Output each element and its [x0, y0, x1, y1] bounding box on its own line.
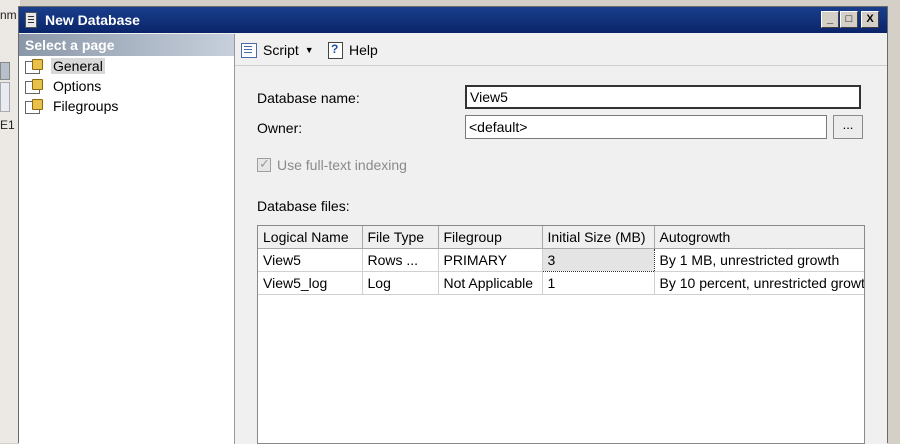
script-button[interactable]: Script ▼ — [241, 39, 314, 61]
grid-header-row: Logical Name File Type Filegroup Initial… — [258, 226, 864, 249]
cell-filegroup[interactable]: Not Applicable — [438, 271, 543, 295]
fulltext-indexing-checkbox[interactable] — [257, 156, 271, 172]
page-icon — [25, 99, 43, 114]
background-text-top: nm — [0, 8, 17, 22]
page-item-label: General — [51, 58, 105, 74]
background-panel-edge — [0, 82, 10, 112]
page-item-options[interactable]: Options — [19, 76, 234, 96]
database-name-label: Database name: — [257, 90, 360, 106]
page-item-filegroups[interactable]: Filegroups — [19, 96, 234, 116]
owner-browse-button[interactable]: ... — [833, 115, 863, 139]
page-item-general[interactable]: General — [19, 56, 234, 76]
select-page-header: Select a page — [19, 34, 234, 56]
page-item-label: Filegroups — [53, 98, 119, 114]
maximize-button[interactable]: □ — [840, 11, 858, 28]
cell-file-type[interactable]: Log — [362, 271, 439, 295]
owner-input[interactable] — [465, 115, 827, 139]
page-item-label: Options — [53, 78, 102, 94]
column-header-logical-name[interactable]: Logical Name — [258, 226, 363, 249]
cell-logical-name[interactable]: View5_log — [258, 271, 363, 295]
background-collapse-tab — [0, 62, 10, 80]
database-files-label: Database files: — [257, 198, 350, 214]
cell-file-type[interactable]: Rows ... — [362, 248, 439, 272]
table-row[interactable]: View5_log Log Not Applicable 1 By 10 per… — [258, 271, 864, 295]
database-name-input[interactable] — [465, 85, 861, 109]
background-app-edge: nm E1 — [0, 0, 20, 443]
window-title: New Database — [45, 12, 140, 28]
new-database-dialog: New Database _ □ X Select a page General… — [18, 6, 888, 444]
database-files-grid: Logical Name File Type Filegroup Initial… — [257, 225, 865, 444]
cell-logical-name[interactable]: View5 — [258, 248, 363, 272]
help-button[interactable]: Help — [327, 39, 378, 61]
column-header-initial-size[interactable]: Initial Size (MB) — [542, 226, 655, 249]
script-icon — [241, 42, 259, 58]
general-page-content: Database name: Owner: ... Use full-text … — [235, 67, 887, 444]
column-header-autogrowth[interactable]: Autogrowth — [654, 226, 864, 249]
fulltext-indexing-label: Use full-text indexing — [277, 157, 407, 173]
column-header-file-type[interactable]: File Type — [362, 226, 439, 249]
owner-label: Owner: — [257, 120, 303, 136]
page-icon — [25, 79, 43, 94]
cell-autogrowth[interactable]: By 1 MB, unrestricted growth — [654, 248, 864, 272]
help-label: Help — [349, 42, 378, 58]
column-header-filegroup[interactable]: Filegroup — [438, 226, 543, 249]
cell-filegroup[interactable]: PRIMARY — [438, 248, 543, 272]
background-text-mid: E1 — [0, 118, 15, 132]
toolbar: Script ▼ Help — [235, 34, 887, 66]
minimize-button[interactable]: _ — [821, 11, 839, 28]
chevron-down-icon[interactable]: ▼ — [305, 45, 314, 55]
help-icon — [327, 41, 345, 59]
cell-initial-size[interactable]: 1 — [542, 271, 655, 295]
title-bar[interactable]: New Database _ □ X — [19, 7, 887, 33]
script-label: Script — [263, 42, 299, 58]
cell-autogrowth[interactable]: By 10 percent, unrestricted growth — [654, 271, 864, 295]
table-row[interactable]: View5 Rows ... PRIMARY 3 By 1 MB, unrest… — [258, 247, 864, 272]
database-icon — [25, 12, 37, 28]
cell-initial-size[interactable]: 3 — [541, 247, 655, 272]
page-selector-pane: Select a page General Options Filegroups — [19, 34, 235, 444]
window-controls: _ □ X — [821, 11, 879, 28]
close-button[interactable]: X — [861, 11, 879, 28]
page-icon — [25, 59, 43, 74]
